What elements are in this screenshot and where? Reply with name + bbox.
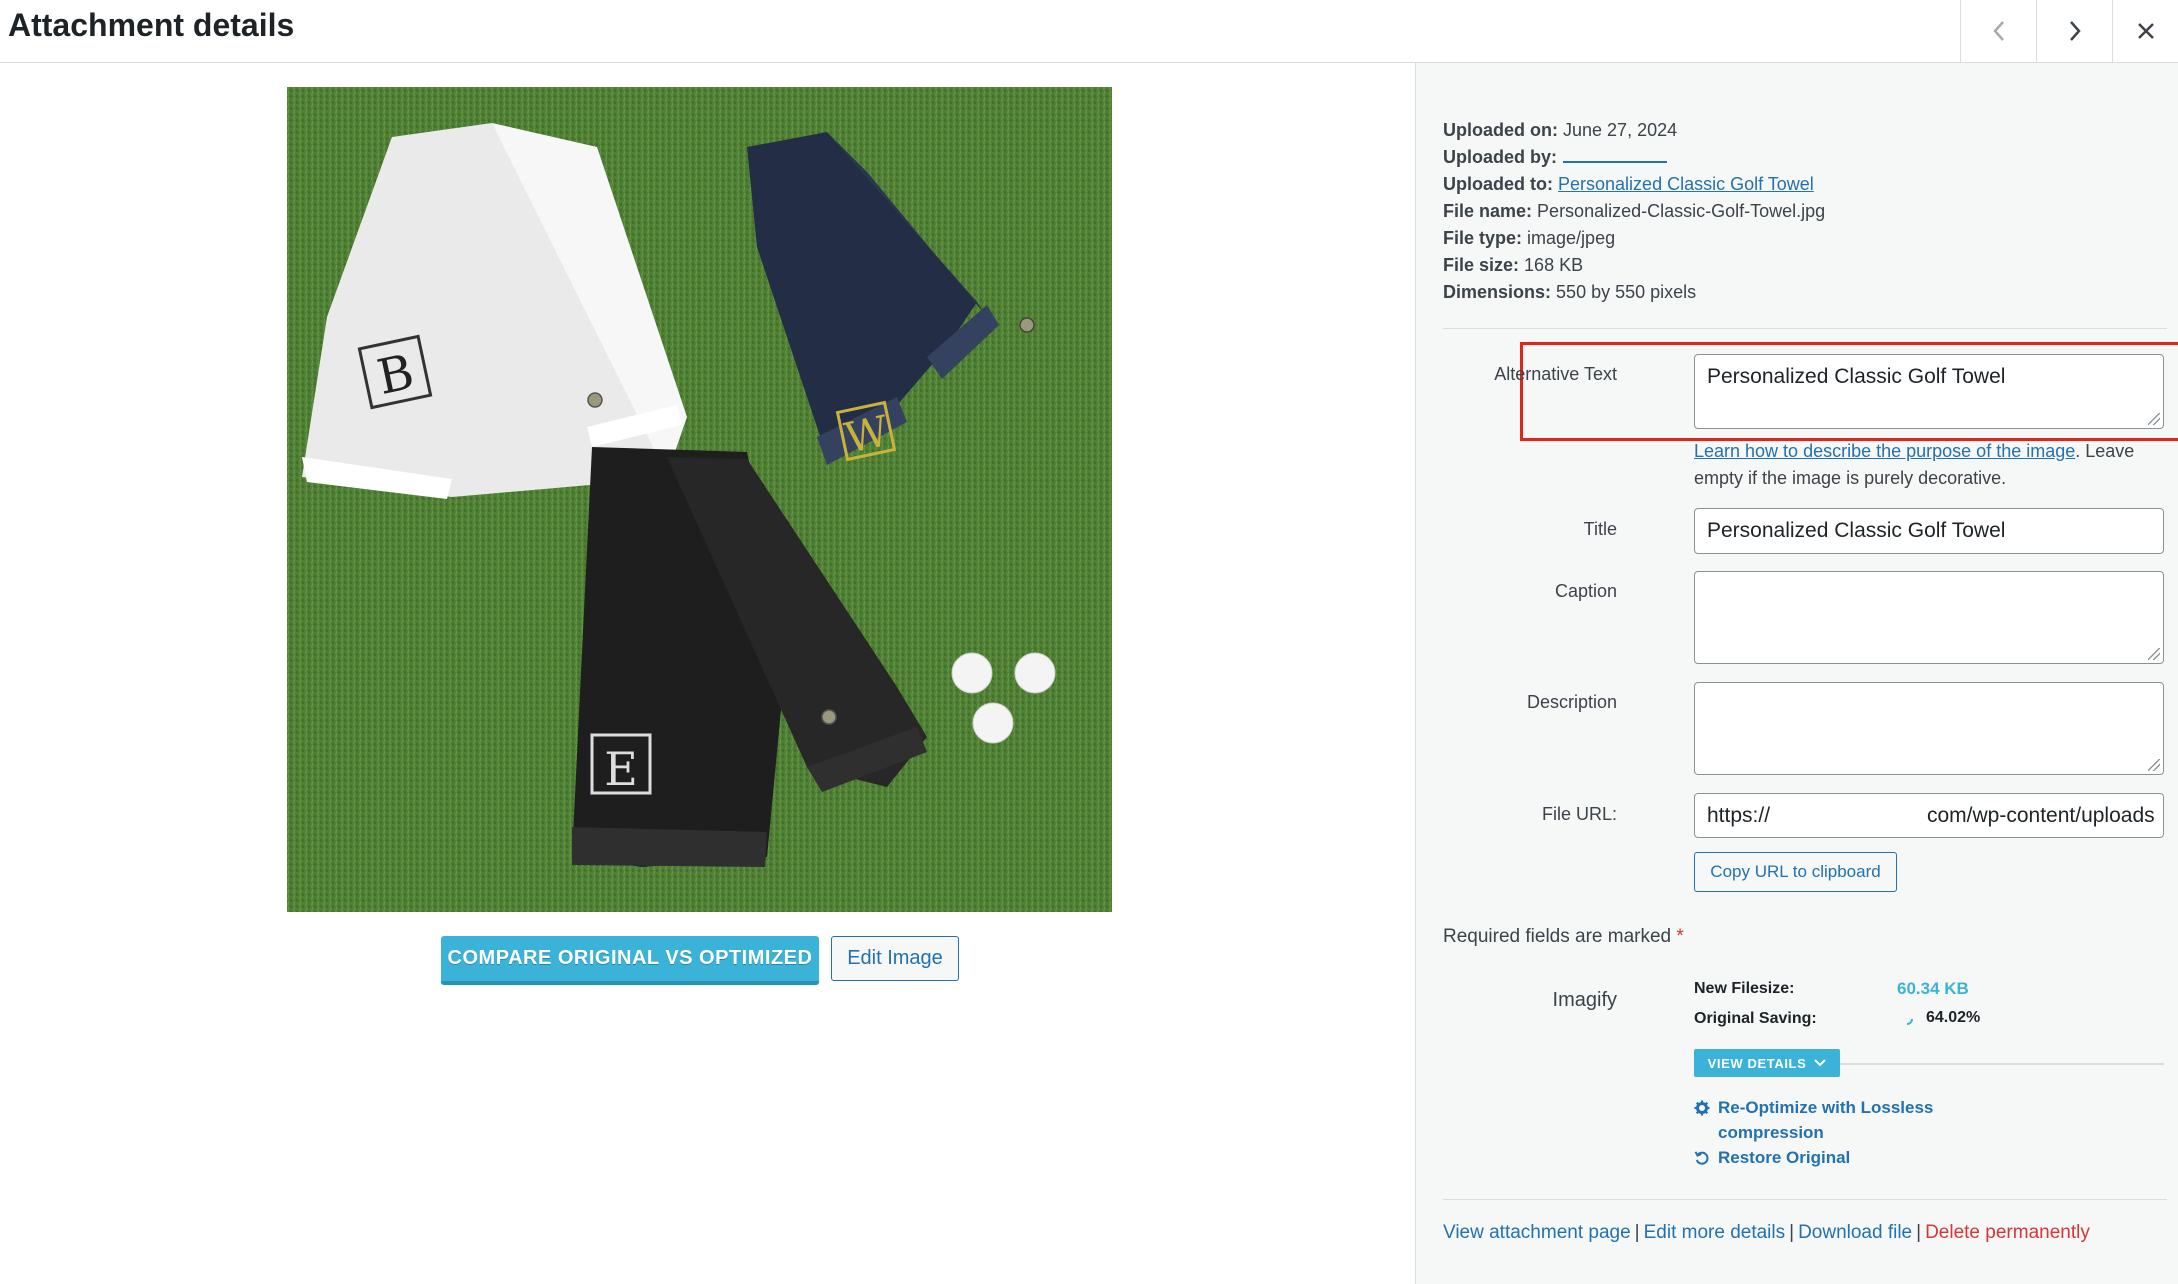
page-title: Attachment details	[8, 7, 295, 43]
chevron-left-icon	[1992, 21, 2004, 41]
view-details-label: VIEW DETAILS	[1707, 1055, 1807, 1071]
file-url-end: com/wp-content/uploads	[1927, 804, 2155, 827]
uploaded-by-label: Uploaded by:	[1443, 147, 1558, 167]
divider-bottom	[1443, 1199, 2167, 1200]
media-preview-pane: B W E COMPARE ORIGINAL VS OPTIMIZED Edit…	[0, 63, 1415, 1284]
uploaded-on-value: June 27, 2024	[1563, 120, 1678, 140]
previous-button[interactable]	[1960, 0, 2036, 62]
view-details-button[interactable]: VIEW DETAILS	[1694, 1049, 1840, 1077]
alt-text-label: Alternative Text	[1494, 364, 1617, 384]
view-attachment-link[interactable]: View attachment page	[1443, 1222, 1631, 1243]
monogram-e: E	[604, 742, 638, 796]
link-separator: |	[1789, 1222, 1795, 1243]
link-separator: |	[1634, 1222, 1640, 1243]
file-name-label: File name:	[1443, 201, 1533, 221]
copy-url-button[interactable]: Copy URL to clipboard	[1694, 852, 1897, 892]
file-url-start: https://	[1707, 804, 1771, 827]
new-filesize-value: 60.34 KB	[1897, 979, 1969, 998]
edit-more-details-link[interactable]: Edit more details	[1644, 1222, 1786, 1243]
reoptimize-line2: compression	[1718, 1123, 1824, 1142]
file-url-label: File URL:	[1541, 804, 1617, 824]
close-button[interactable]	[2112, 0, 2178, 62]
attachment-actions: View attachment page | Edit more details | D…	[1443, 1222, 2090, 1244]
divider	[1443, 328, 2167, 329]
attachment-info-sidebar: Uploaded on: June 27, 2024 Uploaded by: …	[1415, 63, 2178, 1284]
alt-help-link[interactable]: Learn how to describe the purpose of the…	[1694, 441, 2075, 461]
uploaded-on-label: Uploaded on:	[1443, 120, 1558, 140]
download-file-link[interactable]: Download file	[1798, 1222, 1912, 1243]
uploaded-to-label: Uploaded to:	[1443, 174, 1553, 194]
imagify-label: Imagify	[1552, 989, 1617, 1011]
description-label: Description	[1526, 692, 1617, 712]
uploaded-to-link[interactable]: Personalized Classic Golf Towel	[1558, 174, 1814, 194]
caption-field[interactable]	[1694, 571, 2164, 664]
next-button[interactable]	[2036, 0, 2112, 62]
reoptimize-link[interactable]: Re-Optimize with Lossless compression	[1694, 1095, 1933, 1145]
file-details: Uploaded on: June 27, 2024 Uploaded by: …	[1443, 117, 1825, 306]
description-field[interactable]	[1694, 682, 2164, 775]
reoptimize-line1: Re-Optimize with Lossless	[1718, 1098, 1934, 1117]
restore-label: Restore Original	[1718, 1148, 1851, 1167]
original-saving-value: 64.02%	[1926, 1009, 1981, 1026]
close-icon	[2137, 23, 2154, 39]
chevron-right-icon	[2069, 21, 2081, 41]
restore-original-link[interactable]: Restore Original	[1694, 1145, 1850, 1170]
dimensions-value: 550 by 550 pixels	[1556, 282, 1697, 302]
caption-label: Caption	[1554, 581, 1617, 601]
required-text: Required fields are marked	[1443, 926, 1672, 947]
attachment-image: B W E	[287, 87, 1112, 912]
new-filesize-label: New Filesize:	[1694, 980, 1795, 997]
compare-original-button[interactable]: COMPARE ORIGINAL VS OPTIMIZED	[441, 936, 819, 985]
modal-header: Attachment details	[0, 0, 2178, 63]
file-url-field[interactable]: https:// com/wp-content/uploads	[1694, 793, 2164, 838]
file-name-value: Personalized-Classic-Golf-Towel.jpg	[1537, 201, 1826, 221]
restore-icon	[1694, 1151, 1709, 1165]
original-saving-label: Original Saving:	[1694, 1010, 1817, 1027]
dimensions-label: Dimensions:	[1443, 282, 1552, 302]
title-field[interactable]: Personalized Classic Golf Towel	[1694, 508, 2164, 554]
chevron-down-icon	[1814, 1059, 1827, 1067]
edit-image-button[interactable]: Edit Image	[831, 936, 959, 981]
file-size-label: File size:	[1443, 255, 1520, 275]
required-star: *	[1676, 926, 1684, 947]
file-type-label: File type:	[1443, 228, 1523, 248]
delete-permanently-link[interactable]: Delete permanently	[1925, 1222, 2090, 1243]
title-label: Title	[1583, 519, 1617, 539]
file-type-value: image/jpeg	[1527, 228, 1616, 248]
alt-text-field[interactable]: Personalized Classic Golf Towel	[1694, 354, 2164, 429]
file-size-value: 168 KB	[1524, 255, 1584, 275]
required-note: Required fields are marked *	[1443, 926, 1684, 948]
alt-text-help: Learn how to describe the purpose of the…	[1694, 438, 2174, 492]
uploaded-by-link[interactable]	[1563, 161, 1668, 163]
saving-chart-icon	[1906, 1018, 1913, 1025]
link-separator: |	[1916, 1222, 1922, 1243]
gear-icon	[1694, 1100, 1710, 1116]
